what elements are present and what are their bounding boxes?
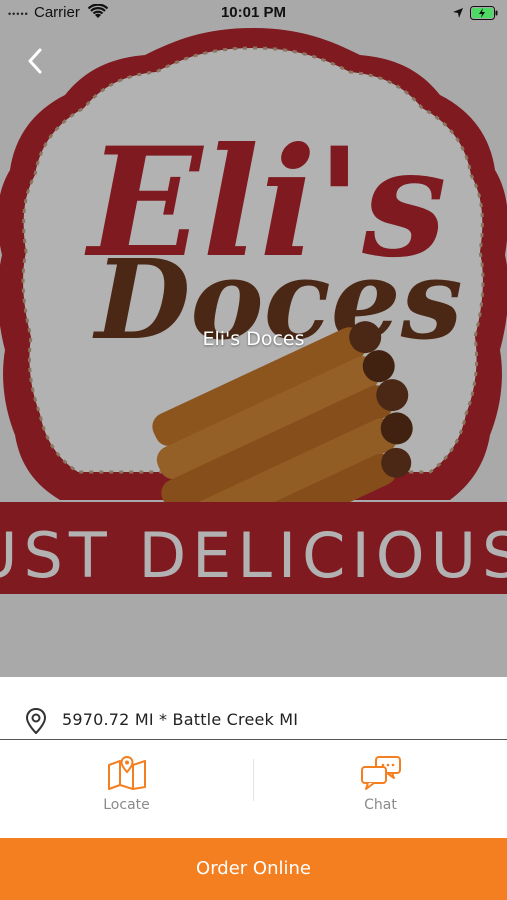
locate-label: Locate [103,797,150,813]
order-online-button[interactable]: Order Online [0,838,507,900]
chevron-left-icon [28,48,42,74]
map-icon [107,755,147,796]
action-bar: Locate Chat [0,741,507,838]
battery-charging-icon [470,6,498,24]
chat-bubbles-icon [360,755,402,798]
distance-address-text: 5970.72 MI * Battle Creek MI [62,710,299,729]
locate-button[interactable]: Locate [0,741,253,838]
chat-button[interactable]: Chat [254,741,507,838]
map-pin-icon [25,707,47,739]
location-row[interactable]: 5970.72 MI * Battle Creek MI [0,700,507,740]
status-bar: ••••• Carrier 10:01 PM [0,0,507,26]
status-time: 10:01 PM [220,4,287,21]
shop-name-title: Eli's Doces [202,328,305,350]
location-arrow-icon [452,6,464,23]
back-button[interactable] [20,46,50,76]
chat-label: Chat [364,797,397,813]
